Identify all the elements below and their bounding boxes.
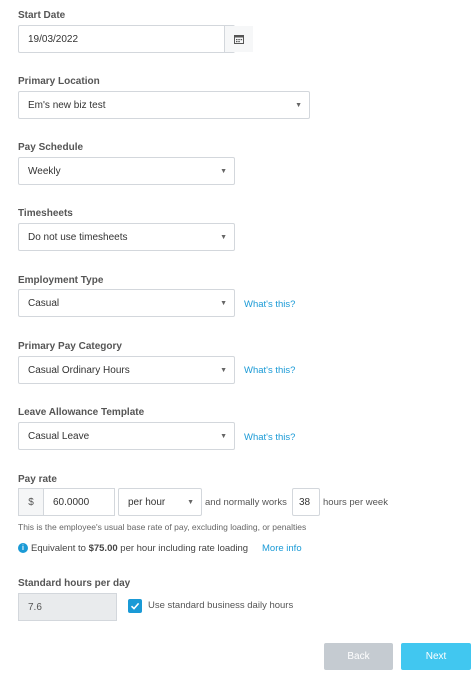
pay-rate-unit-select[interactable]: per hour ▼: [118, 488, 202, 516]
pay-rate-label: Pay rate: [18, 474, 57, 485]
next-button[interactable]: Next: [401, 643, 471, 670]
check-icon: [130, 602, 140, 610]
info-icon: i: [18, 543, 28, 553]
equivalent-rate-text: Equivalent to $75.00 per hour including …: [31, 543, 248, 554]
primary-pay-category-select[interactable]: Casual Ordinary Hours ▼: [18, 356, 235, 384]
back-button[interactable]: Back: [324, 643, 393, 670]
caret-down-icon: ▼: [187, 499, 194, 506]
normally-works-text: and normally works: [205, 497, 287, 508]
primary-location-label: Primary Location: [18, 76, 100, 87]
standard-hours-value: 7.6: [28, 601, 42, 613]
leave-allowance-select[interactable]: Casual Leave ▼: [18, 422, 235, 450]
pay-schedule-select[interactable]: Weekly ▼: [18, 157, 235, 185]
employment-type-help-link[interactable]: What's this?: [244, 299, 295, 310]
leave-allowance-value: Casual Leave: [28, 430, 90, 442]
employment-type-label: Employment Type: [18, 275, 104, 286]
timesheets-value: Do not use timesheets: [28, 231, 128, 243]
primary-pay-category-help-link[interactable]: What's this?: [244, 365, 295, 376]
primary-pay-category-value: Casual Ordinary Hours: [28, 364, 130, 376]
leave-allowance-label: Leave Allowance Template: [18, 407, 145, 418]
primary-pay-category-label: Primary Pay Category: [18, 341, 122, 352]
caret-down-icon: ▼: [220, 234, 227, 241]
primary-location-select[interactable]: Em's new biz test ▼: [18, 91, 310, 119]
equivalent-suffix: per hour including rate loading: [120, 543, 249, 554]
standard-hours-input[interactable]: 7.6: [18, 593, 117, 621]
primary-location-value: Em's new biz test: [28, 99, 106, 111]
hours-per-week-text: hours per week: [323, 497, 388, 508]
caret-down-icon: ▼: [295, 102, 302, 109]
start-date-label: Start Date: [18, 10, 66, 21]
caret-down-icon: ▼: [220, 433, 227, 440]
pay-schedule-value: Weekly: [28, 165, 61, 177]
caret-down-icon: ▼: [220, 168, 227, 175]
timesheets-label: Timesheets: [18, 208, 73, 219]
start-date-value: 19/03/2022: [28, 33, 79, 45]
equivalent-prefix: Equivalent to: [31, 543, 86, 554]
date-picker-button[interactable]: [224, 26, 253, 52]
equivalent-amount: $75.00: [88, 543, 118, 554]
pay-rate-input[interactable]: 60.0000: [43, 488, 115, 516]
use-standard-hours-label: Use standard business daily hours: [148, 600, 294, 611]
caret-down-icon: ▼: [220, 300, 227, 307]
employment-type-value: Casual: [28, 297, 60, 309]
start-date-input[interactable]: 19/03/2022: [18, 25, 253, 53]
pay-rate-unit-value: per hour: [128, 496, 166, 508]
hours-per-week-input[interactable]: 38: [292, 488, 320, 516]
calendar-icon: [234, 35, 244, 44]
pay-schedule-label: Pay Schedule: [18, 142, 84, 153]
standard-hours-label: Standard hours per day: [18, 578, 131, 589]
hours-per-week-value: 38: [299, 496, 311, 508]
pay-rate-hint: This is the employee's usual base rate o…: [18, 522, 307, 532]
timesheets-select[interactable]: Do not use timesheets ▼: [18, 223, 235, 251]
use-standard-hours-checkbox[interactable]: [128, 599, 142, 613]
currency-addon: $: [18, 488, 44, 516]
pay-rate-value: 60.0000: [53, 496, 90, 508]
leave-allowance-help-link[interactable]: What's this?: [244, 432, 295, 443]
caret-down-icon: ▼: [220, 367, 227, 374]
employment-type-select[interactable]: Casual ▼: [18, 289, 235, 317]
more-info-link[interactable]: More info: [262, 543, 302, 554]
